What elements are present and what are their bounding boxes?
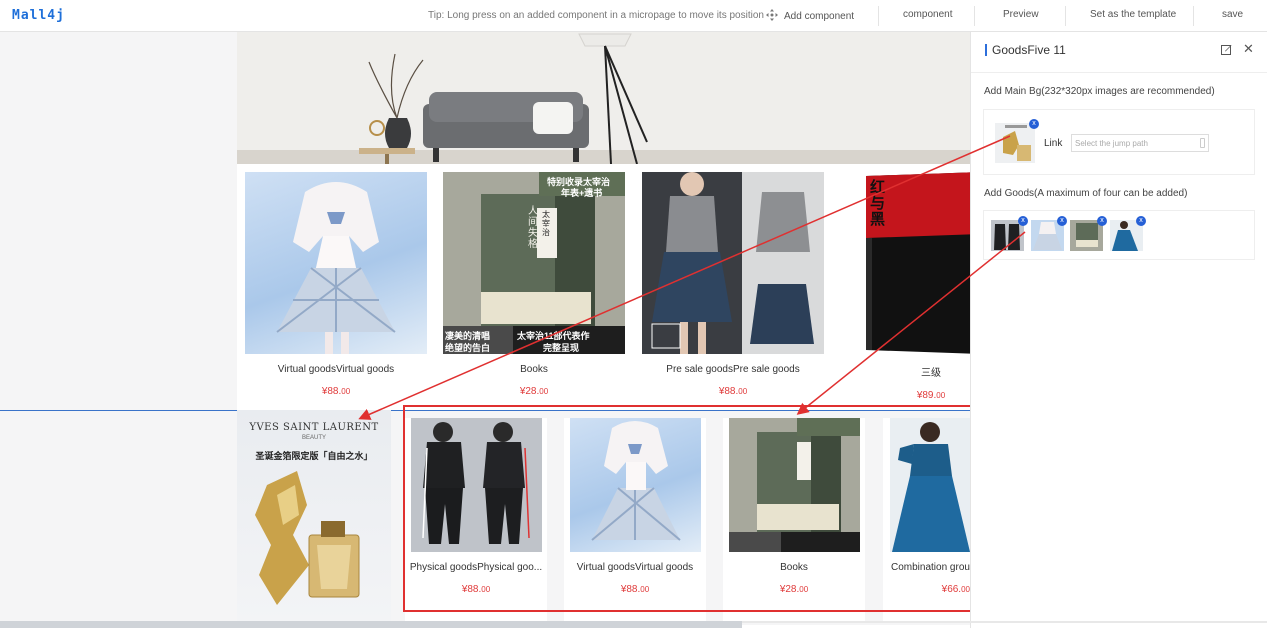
main-bg-image[interactable]: YVES SAINT LAURENT BEAUTY 圣诞金箔限定版「自由之水」 — [237, 410, 391, 622]
main-bg-box: x Link Select the jump path — [983, 109, 1255, 175]
product-price: ¥88.00 — [321, 386, 351, 397]
cover-text: 完整呈现 — [543, 343, 580, 353]
product-image — [642, 172, 824, 354]
panel-title: GoodsFive 11 — [985, 44, 1066, 56]
panel-divider — [971, 72, 1267, 73]
remove-icon[interactable]: x — [1029, 119, 1039, 129]
list-item[interactable]: 特别收录太宰治 年表+遗书 人间失格 太宰治 凄美的清唱 绝望的告白 太宰治11… — [443, 172, 625, 404]
add-goods-label: Add Goods(A maximum of four can be added… — [984, 188, 1188, 199]
banner-image[interactable] — [237, 32, 970, 165]
product-name: 三级 — [921, 368, 941, 379]
preview-button[interactable]: Preview — [1003, 9, 1039, 20]
goods-box: x x x x — [983, 210, 1255, 260]
list-item[interactable]: Pre sale goodsPre sale goods ¥88.00 — [642, 172, 824, 404]
add-component-button[interactable]: Add component — [766, 9, 854, 22]
link-label: Link — [1044, 138, 1063, 149]
perfume-image — [255, 471, 360, 605]
cover-text: 人间失格 — [528, 206, 538, 250]
product-price: ¥28.00 — [519, 386, 549, 397]
component-button[interactable]: component — [903, 9, 952, 20]
jump-path-placeholder: Select the jump path — [1075, 139, 1148, 148]
cover-text: 红与黑 — [870, 179, 886, 228]
product-name: Books — [520, 364, 548, 375]
cover-text: 年表+遗书 — [561, 188, 603, 198]
product-image: 特别收录太宰治 年表+遗书 人间失格 太宰治 凄美的清唱 绝望的告白 太宰治11… — [443, 172, 625, 354]
list-item[interactable]: 红与黑 三级 ¥89.00 — [840, 172, 970, 404]
cover-text: 绝望的告白 — [445, 343, 491, 353]
jump-path-select[interactable]: Select the jump path — [1071, 134, 1209, 152]
top-toolbar: Mall4j Tip: Long press on an added compo… — [0, 0, 1267, 32]
brand-logo: YVES SAINT LAURENT — [249, 422, 379, 433]
product-image: 红与黑 — [840, 172, 970, 354]
remove-icon[interactable]: x — [1097, 216, 1107, 226]
save-button[interactable]: save — [1222, 9, 1243, 20]
close-icon[interactable]: ✕ — [1243, 41, 1254, 57]
brand-sub: BEAUTY — [301, 435, 326, 441]
product-name: Virtual goodsVirtual goods — [277, 364, 395, 375]
list-item[interactable]: Virtual goodsVirtual goods ¥88.00 — [245, 172, 427, 404]
edit-icon[interactable] — [1221, 44, 1232, 55]
cover-text: 太宰治 — [542, 210, 550, 237]
product-image — [245, 172, 427, 354]
remove-icon[interactable]: x — [1057, 216, 1067, 226]
highlight-box — [403, 405, 990, 612]
move-icon — [766, 9, 778, 21]
toolbar-divider — [1193, 6, 1194, 26]
toolbar-divider — [1065, 6, 1066, 26]
horizontal-scrollbar[interactable] — [0, 621, 742, 628]
product-price: ¥89.00 — [916, 390, 946, 401]
product-price: ¥88.00 — [718, 386, 748, 397]
app-logo: Mall4j — [12, 8, 65, 23]
select-arrow-icon — [1200, 138, 1205, 148]
remove-icon[interactable]: x — [1136, 216, 1146, 226]
main-bg-thumbnail[interactable] — [995, 123, 1035, 163]
main-bg-headline: 圣诞金箔限定版「自由之水」 — [255, 451, 373, 461]
main-bg-label: Add Main Bg(232*320px images are recomme… — [984, 86, 1215, 97]
toolbar-divider — [878, 6, 879, 26]
product-name: Pre sale goodsPre sale goods — [666, 364, 800, 375]
add-component-label: Add component — [784, 11, 855, 22]
set-template-button[interactable]: Set as the template — [1090, 9, 1176, 20]
tip-text: Tip: Long press on an added component in… — [428, 10, 764, 21]
toolbar-divider — [974, 6, 975, 26]
remove-icon[interactable]: x — [1018, 216, 1028, 226]
living-room-image — [237, 32, 970, 165]
component-settings-panel: GoodsFive 11 ✕ Add Main Bg(232*320px ima… — [970, 32, 1267, 628]
